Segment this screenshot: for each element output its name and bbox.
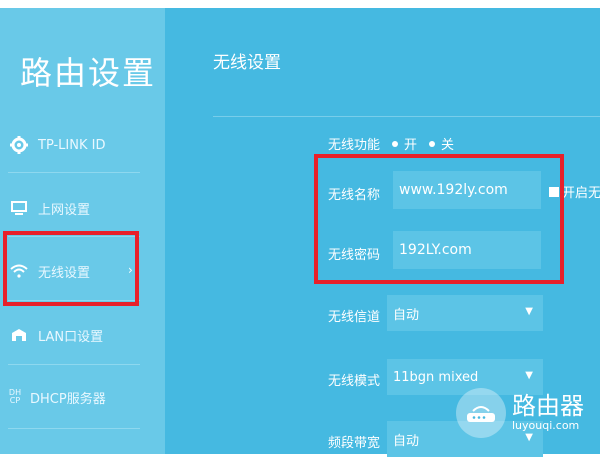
sidebar-item-label: TP-LINK ID xyxy=(38,137,106,153)
dhcp-icon: DH CP xyxy=(8,388,22,405)
sidebar-divider xyxy=(8,364,140,365)
sidebar-divider xyxy=(8,428,140,429)
sidebar-item-lan[interactable]: LAN口设置 xyxy=(0,315,140,355)
mode-value: 11bgn mixed xyxy=(393,369,479,385)
sidebar-divider xyxy=(8,172,140,173)
highlight-box-credentials xyxy=(314,154,564,284)
sidebar-item-internet[interactable]: 上网设置 xyxy=(0,188,140,228)
radio-off[interactable] xyxy=(429,140,436,147)
dropdown-arrow-icon: ▼ xyxy=(525,370,533,381)
lan-icon xyxy=(8,324,30,346)
radio-on[interactable] xyxy=(392,140,398,147)
wireless-function-label: 无线功能 xyxy=(328,138,381,153)
radio-off-label: 关 xyxy=(441,138,455,153)
router-admin-window: 路由设置 TP-LINK ID 上网设置 无线设置 › LAN口设置 DH CP… xyxy=(0,0,600,457)
router-logo-icon xyxy=(456,388,506,438)
gear-icon xyxy=(8,134,30,156)
channel-select[interactable]: 自动 ▼ xyxy=(387,295,543,331)
dropdown-arrow-icon: ▼ xyxy=(525,306,533,317)
sidebar-item-label: 上网设置 xyxy=(38,202,91,218)
monitor-icon xyxy=(8,197,30,219)
sidebar-title: 路由设置 xyxy=(20,54,157,92)
sidebar-item-tplink-id[interactable]: TP-LINK ID xyxy=(0,125,140,165)
header-divider xyxy=(213,116,600,117)
ssid-broadcast-label: 开启无 xyxy=(562,186,600,201)
watermark-subtitle: luyouqi.com xyxy=(512,419,580,432)
page-title: 无线设置 xyxy=(213,53,281,73)
watermark-title: 路由器 xyxy=(512,392,584,420)
sidebar-item-dhcp[interactable]: DH CP DHCP服务器 xyxy=(0,377,140,417)
bandwidth-value: 自动 xyxy=(393,433,420,449)
sidebar-item-label: DHCP服务器 xyxy=(30,391,106,407)
channel-value: 自动 xyxy=(393,307,420,323)
radio-on-label: 开 xyxy=(404,138,418,153)
watermark: 路由器 luyouqi.com xyxy=(456,388,584,438)
highlight-box-wireless-item xyxy=(3,231,139,306)
wireless-function-radio-group: 开 关 xyxy=(390,134,454,153)
sidebar-item-label: LAN口设置 xyxy=(38,329,104,345)
watermark-text: 路由器 luyouqi.com xyxy=(512,393,584,433)
